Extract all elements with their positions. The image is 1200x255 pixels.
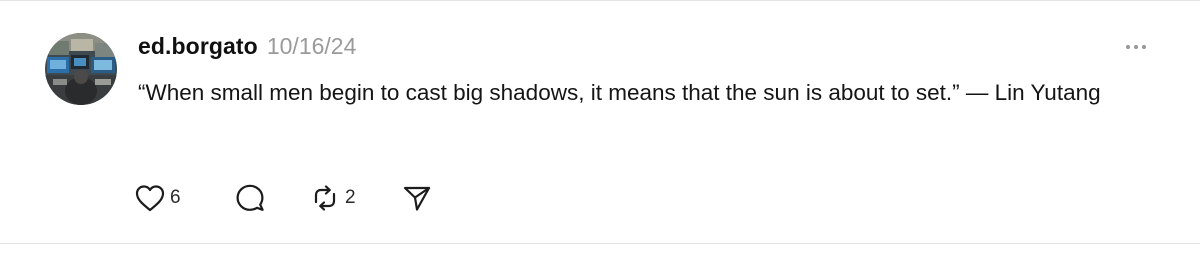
send-icon	[403, 186, 431, 211]
like-button[interactable]: 6	[134, 183, 234, 213]
more-horizontal-icon	[1125, 44, 1147, 50]
post-text: “When small men begin to cast big shadow…	[138, 80, 1101, 105]
username-link[interactable]: ed.borgato	[138, 33, 258, 60]
post-card: ed.borgato 10/16/24 “When small men begi…	[0, 0, 1200, 243]
avatar[interactable]	[45, 33, 117, 105]
like-count: 6	[170, 187, 181, 208]
reply-button[interactable]	[234, 182, 309, 214]
heart-icon	[135, 185, 165, 212]
repost-icon	[314, 185, 336, 211]
bottom-divider	[0, 243, 1200, 244]
more-options-button[interactable]	[1119, 36, 1153, 58]
share-button[interactable]	[401, 182, 441, 214]
avatar-image	[45, 33, 117, 105]
comment-icon	[236, 184, 264, 211]
repost-button[interactable]: 2	[309, 182, 401, 214]
repost-count: 2	[345, 187, 356, 208]
post-header: ed.borgato 10/16/24	[138, 33, 356, 63]
post-actions: 6 2	[134, 178, 441, 218]
post-timestamp[interactable]: 10/16/24	[267, 33, 357, 60]
